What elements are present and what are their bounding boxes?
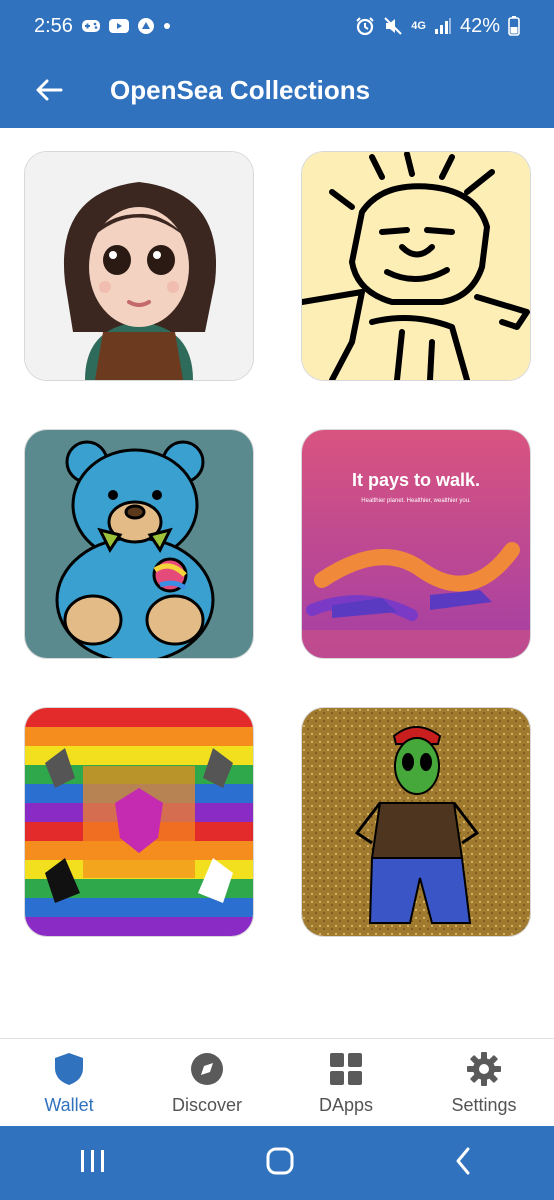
alarm-icon xyxy=(355,16,375,36)
collection-card-sneakers[interactable]: It pays to walk. Healthier planet. Healt… xyxy=(302,430,530,658)
nav-dapps-label: DApps xyxy=(318,1095,374,1115)
nav-discover-label: Discover xyxy=(171,1095,242,1115)
back-button[interactable] xyxy=(24,70,74,110)
nav-discover[interactable]: Discover xyxy=(138,1051,276,1116)
signal-icon xyxy=(434,17,452,35)
mute-icon xyxy=(383,16,403,36)
collection-card-alien[interactable] xyxy=(302,708,530,936)
system-navigation-bar xyxy=(0,1126,554,1200)
page-title: OpenSea Collections xyxy=(110,74,371,105)
cartoon-girl-portrait-image xyxy=(25,152,253,380)
blue-teddy-bear-image xyxy=(25,430,253,658)
compass-icon xyxy=(191,1053,223,1085)
collection-card-sketch[interactable] xyxy=(302,152,530,380)
collection-card-teddy[interactable] xyxy=(25,430,253,658)
nav-settings[interactable]: Settings xyxy=(415,1051,553,1116)
sneakers-headline: It pays to walk. xyxy=(352,470,480,490)
home-button[interactable] xyxy=(265,1146,295,1181)
collection-card-eagle[interactable] xyxy=(25,708,253,936)
network-type: 4G xyxy=(411,19,426,32)
app-bar: OpenSea Collections xyxy=(0,52,554,128)
nav-dapps[interactable]: DApps xyxy=(277,1051,415,1116)
gear-icon xyxy=(467,1052,501,1086)
status-time: 2:56 xyxy=(34,14,73,37)
shield-icon xyxy=(55,1053,83,1085)
bottom-navigation: Wallet Discover DApps Settings xyxy=(0,1038,554,1127)
nav-wallet-label: Wallet xyxy=(44,1095,94,1115)
battery-icon xyxy=(508,16,520,36)
app-notification-icon xyxy=(137,17,155,35)
status-bar: 2:56 4G 42% xyxy=(0,0,554,52)
collection-card-girl[interactable] xyxy=(25,152,253,380)
grid-icon xyxy=(330,1053,362,1085)
rainbow-eagle-crest-image xyxy=(25,708,253,936)
green-alien-glitter-image xyxy=(302,708,530,936)
recent-apps-button[interactable] xyxy=(78,1148,108,1179)
nav-wallet[interactable]: Wallet xyxy=(0,1051,138,1116)
gamepad-icon xyxy=(81,19,101,33)
arrow-left-icon xyxy=(36,79,63,101)
sketch-face-drawing-image xyxy=(302,152,530,380)
more-notifications-dot-icon xyxy=(163,22,171,30)
sneakers-tagline: Healthier planet. Healthier, wealthier y… xyxy=(361,498,471,504)
recent-apps-icon xyxy=(81,1149,105,1172)
battery-percent: 42% xyxy=(459,14,500,37)
youtube-icon xyxy=(108,19,129,33)
chevron-left-icon xyxy=(456,1147,470,1174)
system-back-button[interactable] xyxy=(452,1146,476,1181)
sneakers-ad-image: It pays to walk. Healthier planet. Healt… xyxy=(302,430,530,658)
nav-settings-label: Settings xyxy=(451,1095,517,1115)
home-icon xyxy=(266,1147,294,1174)
